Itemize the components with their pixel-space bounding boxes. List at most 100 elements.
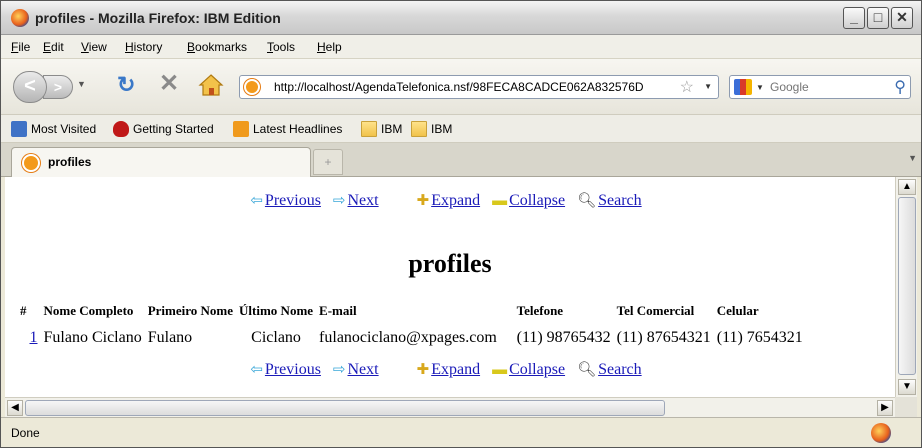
new-tab-button[interactable]: + bbox=[313, 149, 343, 175]
menu-file[interactable]: File bbox=[11, 40, 30, 54]
bookmark-getting-started[interactable]: Getting Started bbox=[113, 121, 214, 137]
cell-celular: (11) 7654321 bbox=[716, 329, 803, 346]
stop-icon[interactable]: ✕ bbox=[159, 71, 179, 97]
cell-nome-completo: Fulano Ciclano bbox=[43, 329, 142, 346]
column-header[interactable]: E-mail bbox=[316, 303, 517, 329]
next-link[interactable]: Next bbox=[348, 192, 379, 209]
search-link[interactable]: Search bbox=[598, 192, 642, 209]
column-header[interactable]: # bbox=[17, 303, 41, 329]
menu-help[interactable]: Help bbox=[317, 40, 342, 54]
search-link[interactable]: Search bbox=[598, 361, 642, 378]
status-bar: Done bbox=[1, 417, 921, 447]
scroll-right-icon[interactable]: ▶ bbox=[877, 400, 893, 416]
folder-icon bbox=[361, 121, 377, 137]
bookmark-label: Latest Headlines bbox=[253, 122, 343, 136]
vertical-scroll-thumb[interactable] bbox=[898, 197, 916, 375]
cell-email: fulanociclano@xpages.com bbox=[319, 329, 497, 346]
menu-bookmarks[interactable]: Bookmarks bbox=[187, 40, 247, 54]
horizontal-scroll-thumb[interactable] bbox=[25, 400, 665, 416]
page-content: ⇦ Previous ⇨ Next ✚ Expand ▬ Collapse 🔍︎ Sear… bbox=[5, 177, 895, 397]
collapse-link[interactable]: Collapse bbox=[509, 192, 565, 209]
previous-arrow-icon: ⇦ bbox=[250, 362, 263, 378]
navigation-toolbar: > < ▼ ↻ ✕ http://localhost/AgendaTelefon… bbox=[1, 59, 921, 115]
row-number-link[interactable]: 1 bbox=[30, 329, 38, 346]
next-arrow-icon: ⇨ bbox=[332, 193, 346, 209]
scroll-down-icon[interactable]: ▼ bbox=[898, 379, 916, 395]
rss-icon bbox=[233, 121, 249, 137]
table-row: 1 Fulano Ciclano Fulano Ciclano fulanoci… bbox=[17, 329, 806, 347]
pager-bottom: ⇦ Previous ⇨ Next ✚ Expand ▬ Collapse 🔍︎ Sear… bbox=[5, 360, 895, 379]
folder-icon bbox=[411, 121, 427, 137]
previous-arrow-icon: ⇦ bbox=[250, 193, 263, 209]
collapse-minus-icon: ▬ bbox=[492, 193, 508, 209]
forward-button[interactable]: > bbox=[43, 75, 73, 99]
menu-bar: File Edit View History Bookmarks Tools H… bbox=[1, 35, 921, 59]
search-magnifier-icon: 🔍︎ bbox=[577, 193, 597, 209]
previous-link[interactable]: Previous bbox=[265, 361, 321, 378]
column-header[interactable]: Celular bbox=[714, 303, 806, 329]
window-controls: _ □ ✕ bbox=[843, 7, 913, 29]
column-header[interactable]: Último Nome bbox=[236, 303, 316, 329]
column-header[interactable]: Tel Comercial bbox=[614, 303, 714, 329]
cell-ultimo-nome: Ciclano bbox=[251, 329, 301, 346]
home-icon[interactable] bbox=[197, 71, 225, 99]
horizontal-scrollbar[interactable]: ◀ ▶ bbox=[5, 397, 895, 417]
search-engine-icon[interactable] bbox=[734, 79, 752, 95]
menu-tools[interactable]: Tools bbox=[267, 40, 295, 54]
bookmark-ibm-1[interactable]: IBM bbox=[361, 121, 402, 137]
scrollbar-corner bbox=[895, 397, 917, 417]
back-button[interactable]: < bbox=[13, 71, 47, 103]
reload-icon[interactable]: ↻ bbox=[117, 73, 135, 97]
close-button[interactable]: ✕ bbox=[891, 7, 913, 29]
profiles-table: # Nome Completo Primeiro Nome Último Nom… bbox=[17, 303, 806, 347]
scroll-left-icon[interactable]: ◀ bbox=[7, 400, 23, 416]
collapse-minus-icon: ▬ bbox=[492, 362, 508, 378]
browser-window: profiles - Mozilla Firefox: IBM Edition … bbox=[0, 0, 922, 448]
cell-tel-comercial: (11) 87654321 bbox=[616, 329, 711, 346]
column-header[interactable]: Telefone bbox=[517, 303, 614, 329]
next-arrow-icon: ⇨ bbox=[332, 362, 346, 378]
vertical-scrollbar[interactable]: ▲ ▼ bbox=[895, 177, 917, 397]
window-title: profiles - Mozilla Firefox: IBM Edition bbox=[35, 10, 281, 26]
bookmark-star-icon[interactable]: ☆ bbox=[680, 77, 694, 97]
column-header[interactable]: Primeiro Nome bbox=[145, 303, 236, 329]
firefox-icon bbox=[11, 9, 29, 27]
expand-plus-icon: ✚ bbox=[416, 362, 430, 378]
search-input[interactable] bbox=[770, 79, 880, 95]
minimize-button[interactable]: _ bbox=[843, 7, 865, 29]
status-text: Done bbox=[11, 426, 40, 440]
collapse-link[interactable]: Collapse bbox=[509, 361, 565, 378]
bookmark-ibm-2[interactable]: IBM bbox=[411, 121, 452, 137]
bookmark-latest-headlines[interactable]: Latest Headlines bbox=[233, 121, 342, 137]
title-bar: profiles - Mozilla Firefox: IBM Edition … bbox=[1, 1, 921, 35]
bookmark-label: IBM bbox=[381, 122, 403, 136]
cell-telefone: (11) 98765432 bbox=[516, 329, 611, 346]
back-forward-group: > < ▼ bbox=[13, 71, 105, 103]
previous-link[interactable]: Previous bbox=[265, 192, 321, 209]
menu-edit[interactable]: Edit bbox=[43, 40, 64, 54]
most-visited-icon bbox=[11, 121, 27, 137]
next-link[interactable]: Next bbox=[348, 361, 379, 378]
url-dropdown-icon[interactable]: ▼ bbox=[704, 82, 712, 91]
bookmark-label: Most Visited bbox=[31, 122, 97, 136]
search-magnifier-icon: 🔍︎ bbox=[577, 362, 597, 378]
expand-link[interactable]: Expand bbox=[431, 192, 480, 209]
history-dropdown-icon[interactable]: ▼ bbox=[77, 79, 86, 89]
tab-list-dropdown-icon[interactable]: ▼ bbox=[908, 153, 917, 163]
page-title: profiles bbox=[408, 249, 492, 278]
tab-profiles[interactable]: profiles bbox=[11, 147, 311, 177]
url-bar[interactable]: http://localhost/AgendaTelefonica.nsf/98… bbox=[239, 75, 719, 99]
cell-primeiro-nome: Fulano bbox=[147, 329, 193, 346]
search-engine-dropdown-icon[interactable]: ▼ bbox=[756, 83, 764, 92]
search-icon[interactable]: ⚲ bbox=[894, 77, 906, 97]
url-text: http://localhost/AgendaTelefonica.nsf/98… bbox=[274, 80, 644, 94]
menu-history[interactable]: History bbox=[125, 40, 162, 54]
bookmark-most-visited[interactable]: Most Visited bbox=[11, 121, 96, 137]
expand-plus-icon: ✚ bbox=[416, 193, 430, 209]
scroll-up-icon[interactable]: ▲ bbox=[898, 179, 916, 195]
column-header[interactable]: Nome Completo bbox=[41, 303, 145, 329]
maximize-button[interactable]: □ bbox=[867, 7, 889, 29]
expand-link[interactable]: Expand bbox=[431, 361, 480, 378]
search-box[interactable]: ▼ ⚲ bbox=[729, 75, 911, 99]
menu-view[interactable]: View bbox=[81, 40, 107, 54]
